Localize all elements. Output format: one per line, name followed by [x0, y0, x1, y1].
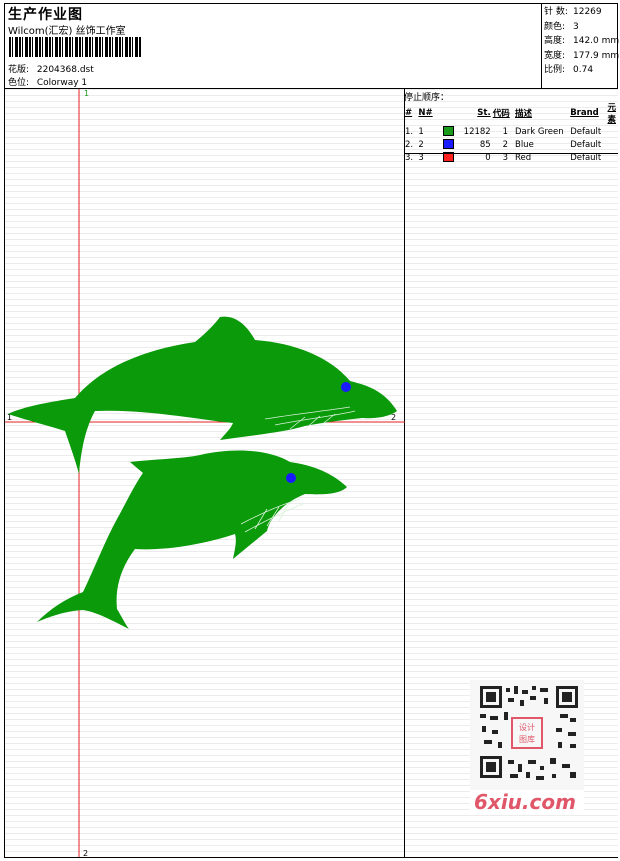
axis-marker-top: 1: [84, 89, 89, 98]
stats-panel: 针 数: 12269 颜色: 3 高度: 142.0 mm 宽度: 177.9 mm 比…: [544, 5, 619, 78]
page-title: 生产作业图: [8, 7, 83, 23]
col-desc: 描述: [514, 109, 532, 119]
color-row[interactable]: 1. 1 12182 1 Dark Green Default: [404, 125, 617, 138]
col-needle: N#: [418, 108, 433, 118]
design-svg: 1 2 1 2: [5, 89, 405, 857]
color-row[interactable]: 2. 2 85 2 Blue Default: [404, 138, 617, 151]
swatch-blue: [442, 139, 454, 150]
colorway-label: 色位:: [8, 78, 30, 88]
col-element: 元素: [607, 103, 616, 125]
barcode: [9, 37, 141, 57]
eye-lower: [286, 473, 296, 483]
design-value: 2204368.dst: [36, 65, 94, 75]
company-name: Wilcom(汇宏) 丝饰工作室: [8, 26, 126, 37]
table-divider: [405, 153, 618, 154]
stat-width: 宽度: 177.9 mm: [544, 50, 620, 61]
stamp-text-bottom: 图库: [519, 734, 535, 744]
stat-scale: 比例: 0.74: [544, 65, 594, 75]
stat-stitches: 针 数: 12269: [544, 7, 602, 17]
col-code: 代码: [492, 109, 510, 119]
watermark-site[interactable]: 6xiu.com: [474, 790, 576, 814]
eye-upper: [341, 382, 351, 392]
swatch-dark-green: [442, 126, 454, 137]
design-canvas[interactable]: 1 2 1 2: [5, 89, 405, 857]
colorway-value: Colorway 1: [36, 78, 88, 88]
color-table-header: # N# St. 代码 描述 Brand 元素: [404, 101, 617, 125]
dolphin-upper: [8, 316, 397, 474]
qr-code-icon: 设计 图库: [470, 680, 584, 790]
design-label: 花版:: [8, 65, 30, 75]
col-index: #: [405, 108, 413, 118]
color-table: # N# St. 代码 描述 Brand 元素 1. 1 12182 1 Dar…: [404, 101, 617, 164]
col-stitches: St.: [477, 108, 491, 118]
axis-marker-bottom: 2: [83, 849, 88, 857]
stamp-text-top: 设计: [519, 722, 535, 732]
stat-height: 高度: 142.0 mm: [544, 36, 620, 46]
colorway-row: 色位: Colorway 1: [8, 75, 87, 88]
col-swatch: [442, 101, 463, 125]
stat-colors: 颜色: 3: [544, 21, 579, 32]
col-brand: Brand: [570, 108, 599, 118]
axis-marker-right: 2: [391, 413, 396, 422]
dolphin-lower: [37, 450, 347, 629]
design-row: 花版: 2204368.dst: [8, 62, 94, 75]
